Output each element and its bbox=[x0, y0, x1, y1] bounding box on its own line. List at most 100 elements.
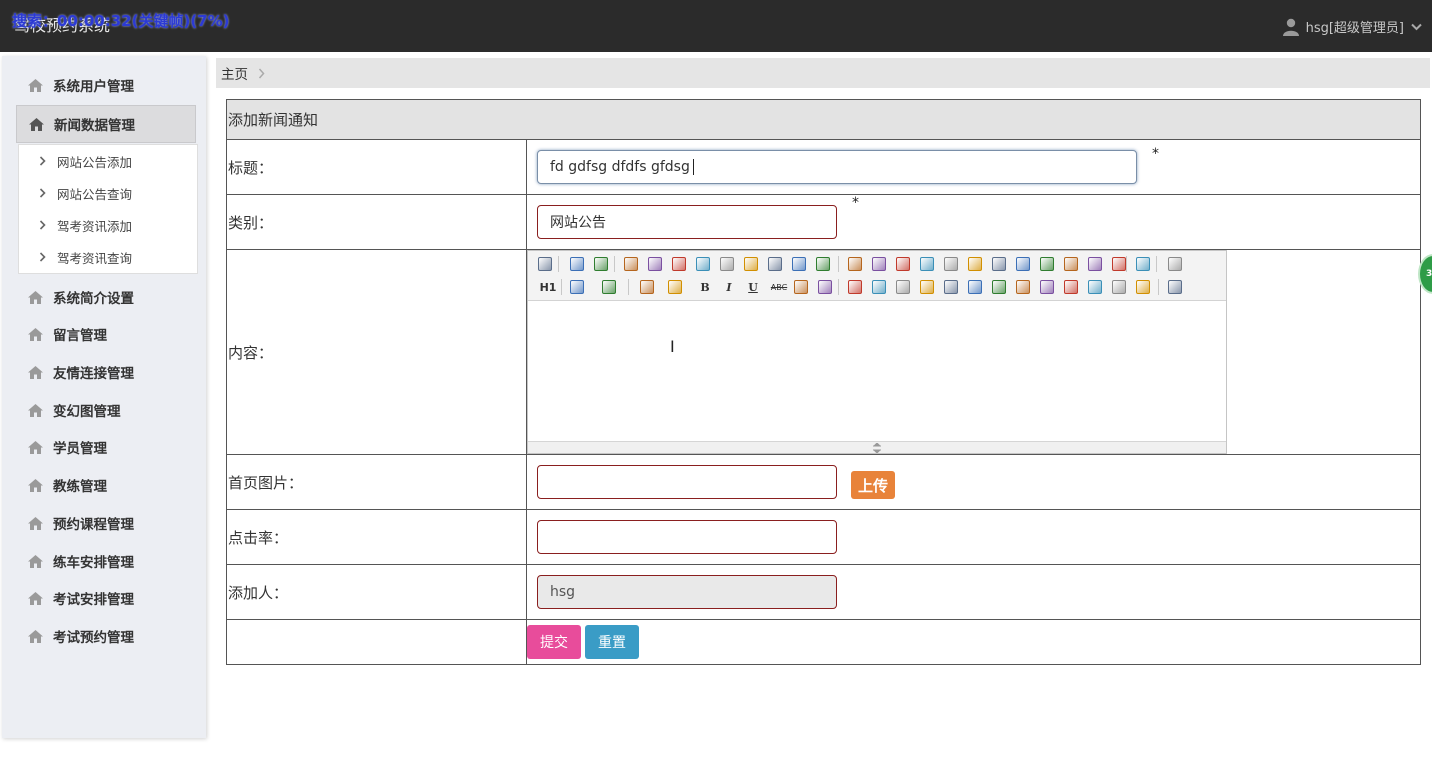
paste-plain-icon[interactable] bbox=[790, 255, 808, 273]
sidebar-item-news-data[interactable]: 新闻数据管理 bbox=[16, 105, 196, 143]
paste-icon[interactable] bbox=[766, 255, 784, 273]
editor-resize-handle[interactable] bbox=[528, 441, 1226, 453]
editor-content-area[interactable]: I bbox=[528, 301, 1226, 442]
chevron-down-icon bbox=[1411, 23, 1422, 30]
attachment-icon[interactable] bbox=[942, 278, 960, 296]
justify-icon[interactable] bbox=[918, 255, 936, 273]
sidebar-item-course-booking[interactable]: 预约课程管理 bbox=[16, 504, 196, 542]
anchor-icon[interactable] bbox=[1086, 278, 1104, 296]
preview-icon[interactable] bbox=[622, 255, 640, 273]
image-label: 首页图片： bbox=[228, 473, 304, 492]
select-icon[interactable] bbox=[1134, 255, 1152, 273]
source-icon[interactable] bbox=[536, 255, 554, 273]
sidebar-item-label: 新闻数据管理 bbox=[54, 118, 135, 134]
fullscreen-icon[interactable] bbox=[1166, 255, 1184, 273]
clicks-input[interactable] bbox=[537, 520, 837, 554]
strikethrough-button[interactable]: ABC bbox=[768, 278, 790, 296]
align-left-icon[interactable] bbox=[846, 255, 864, 273]
font-color-menu[interactable] bbox=[638, 278, 656, 296]
baidu-map-icon[interactable] bbox=[1038, 278, 1056, 296]
submit-button[interactable]: 提交 bbox=[527, 625, 581, 659]
line-height-icon[interactable] bbox=[792, 278, 810, 296]
media-icon[interactable] bbox=[918, 278, 936, 296]
multi-image-icon[interactable] bbox=[870, 278, 888, 296]
content-cell: H1 B I U ABC I bbox=[526, 250, 1420, 454]
breadcrumb: 主页 bbox=[216, 58, 1430, 88]
sidebar-item-practice-schedule[interactable]: 练车安排管理 bbox=[16, 542, 196, 580]
upload-button[interactable]: 上传 bbox=[851, 471, 895, 499]
image-icon[interactable] bbox=[846, 278, 864, 296]
sidebar-item-carousel[interactable]: 变幻图管理 bbox=[16, 391, 196, 429]
flash-icon[interactable] bbox=[894, 278, 912, 296]
ordered-list-icon[interactable] bbox=[942, 255, 960, 273]
sidebar-item-students[interactable]: 学员管理 bbox=[16, 428, 196, 466]
text-cursor-icon: I bbox=[670, 337, 675, 356]
hr-icon[interactable] bbox=[990, 278, 1008, 296]
underline-button[interactable]: U bbox=[744, 278, 762, 296]
home-icon bbox=[28, 478, 43, 492]
outdent-icon[interactable] bbox=[1014, 255, 1032, 273]
content-row: 内容： H1 B I U ABC I bbox=[227, 250, 1420, 455]
submenu-item-exam-news-query[interactable]: 驾考资讯查询 bbox=[19, 241, 197, 273]
toolbar-separator bbox=[561, 279, 562, 295]
bold-button[interactable]: B bbox=[696, 278, 714, 296]
toolbar-separator bbox=[614, 256, 615, 272]
font-family-menu[interactable] bbox=[568, 278, 586, 296]
print-icon[interactable] bbox=[646, 255, 664, 273]
highlight-color-menu[interactable] bbox=[666, 278, 684, 296]
author-row: 添加人： hsg bbox=[227, 565, 1420, 620]
category-cell: 网站公告 * bbox=[526, 195, 1420, 249]
align-right-icon[interactable] bbox=[894, 255, 912, 273]
redo-icon[interactable] bbox=[592, 255, 610, 273]
user-icon bbox=[1282, 18, 1299, 36]
eraser-icon[interactable] bbox=[816, 278, 834, 296]
heading-menu[interactable]: H1 bbox=[536, 278, 560, 296]
top-navbar: 驾校预约系统 搜索：00:00:32(关键帧)(7%) hsg[超级管理员] bbox=[0, 0, 1432, 52]
template-icon[interactable] bbox=[670, 255, 688, 273]
link-icon[interactable] bbox=[1110, 278, 1128, 296]
author-label: 添加人： bbox=[228, 583, 289, 602]
cut-icon[interactable] bbox=[718, 255, 736, 273]
unlink-icon[interactable] bbox=[1134, 278, 1152, 296]
submenu-item-notice-query[interactable]: 网站公告查询 bbox=[19, 177, 197, 209]
sidebar-item-system-users[interactable]: 系统用户管理 bbox=[16, 66, 196, 104]
title-input[interactable]: fd gdfsg dfdfs gfdsg bbox=[537, 150, 1137, 184]
superscript-icon[interactable] bbox=[1062, 255, 1080, 273]
breadcrumb-home[interactable]: 主页 bbox=[221, 63, 248, 83]
page-break-icon[interactable] bbox=[1062, 278, 1080, 296]
author-input: hsg bbox=[537, 575, 837, 609]
author-input-value: hsg bbox=[550, 584, 576, 600]
copy-icon[interactable] bbox=[742, 255, 760, 273]
unordered-list-icon[interactable] bbox=[966, 255, 984, 273]
table-icon[interactable] bbox=[966, 278, 984, 296]
category-input[interactable]: 网站公告 bbox=[537, 205, 837, 239]
font-size-menu[interactable] bbox=[600, 278, 618, 296]
emoticon-icon[interactable] bbox=[1014, 278, 1032, 296]
toolbar-separator bbox=[838, 279, 839, 295]
image-input[interactable] bbox=[537, 465, 837, 499]
category-row: 类别： 网站公告 * bbox=[227, 195, 1420, 250]
code-icon[interactable] bbox=[694, 255, 712, 273]
clear-format-icon[interactable] bbox=[1086, 255, 1104, 273]
paste-word-icon[interactable] bbox=[814, 255, 832, 273]
sidebar-item-system-intro[interactable]: 系统简介设置 bbox=[16, 278, 196, 316]
italic-button[interactable]: I bbox=[720, 278, 738, 296]
sidebar-item-messages[interactable]: 留言管理 bbox=[16, 315, 196, 353]
submenu-item-exam-news-add[interactable]: 驾考资讯添加 bbox=[19, 209, 197, 241]
sidebar: 系统用户管理 新闻数据管理 网站公告添加 网站公告查询 驾考资讯添加 驾考资讯查… bbox=[2, 56, 206, 738]
sidebar-item-exam-schedule[interactable]: 考试安排管理 bbox=[16, 579, 196, 617]
sidebar-item-exam-booking[interactable]: 考试预约管理 bbox=[16, 617, 196, 655]
actions-cell: 提交 重置 bbox=[526, 620, 1420, 664]
sidebar-item-label: 系统用户管理 bbox=[53, 79, 134, 95]
sidebar-item-coaches[interactable]: 教练管理 bbox=[16, 466, 196, 504]
undo-icon[interactable] bbox=[568, 255, 586, 273]
user-menu[interactable]: hsg[超级管理员] bbox=[1282, 17, 1422, 36]
sidebar-item-friend-links[interactable]: 友情连接管理 bbox=[16, 353, 196, 391]
subscript-icon[interactable] bbox=[1038, 255, 1056, 273]
help-icon[interactable] bbox=[1166, 278, 1184, 296]
indent-icon[interactable] bbox=[990, 255, 1008, 273]
submenu-item-label: 驾考资讯查询 bbox=[57, 250, 133, 266]
align-center-icon[interactable] bbox=[870, 255, 888, 273]
submenu-item-notice-add[interactable]: 网站公告添加 bbox=[19, 145, 197, 177]
reset-button[interactable]: 重置 bbox=[585, 625, 639, 659]
